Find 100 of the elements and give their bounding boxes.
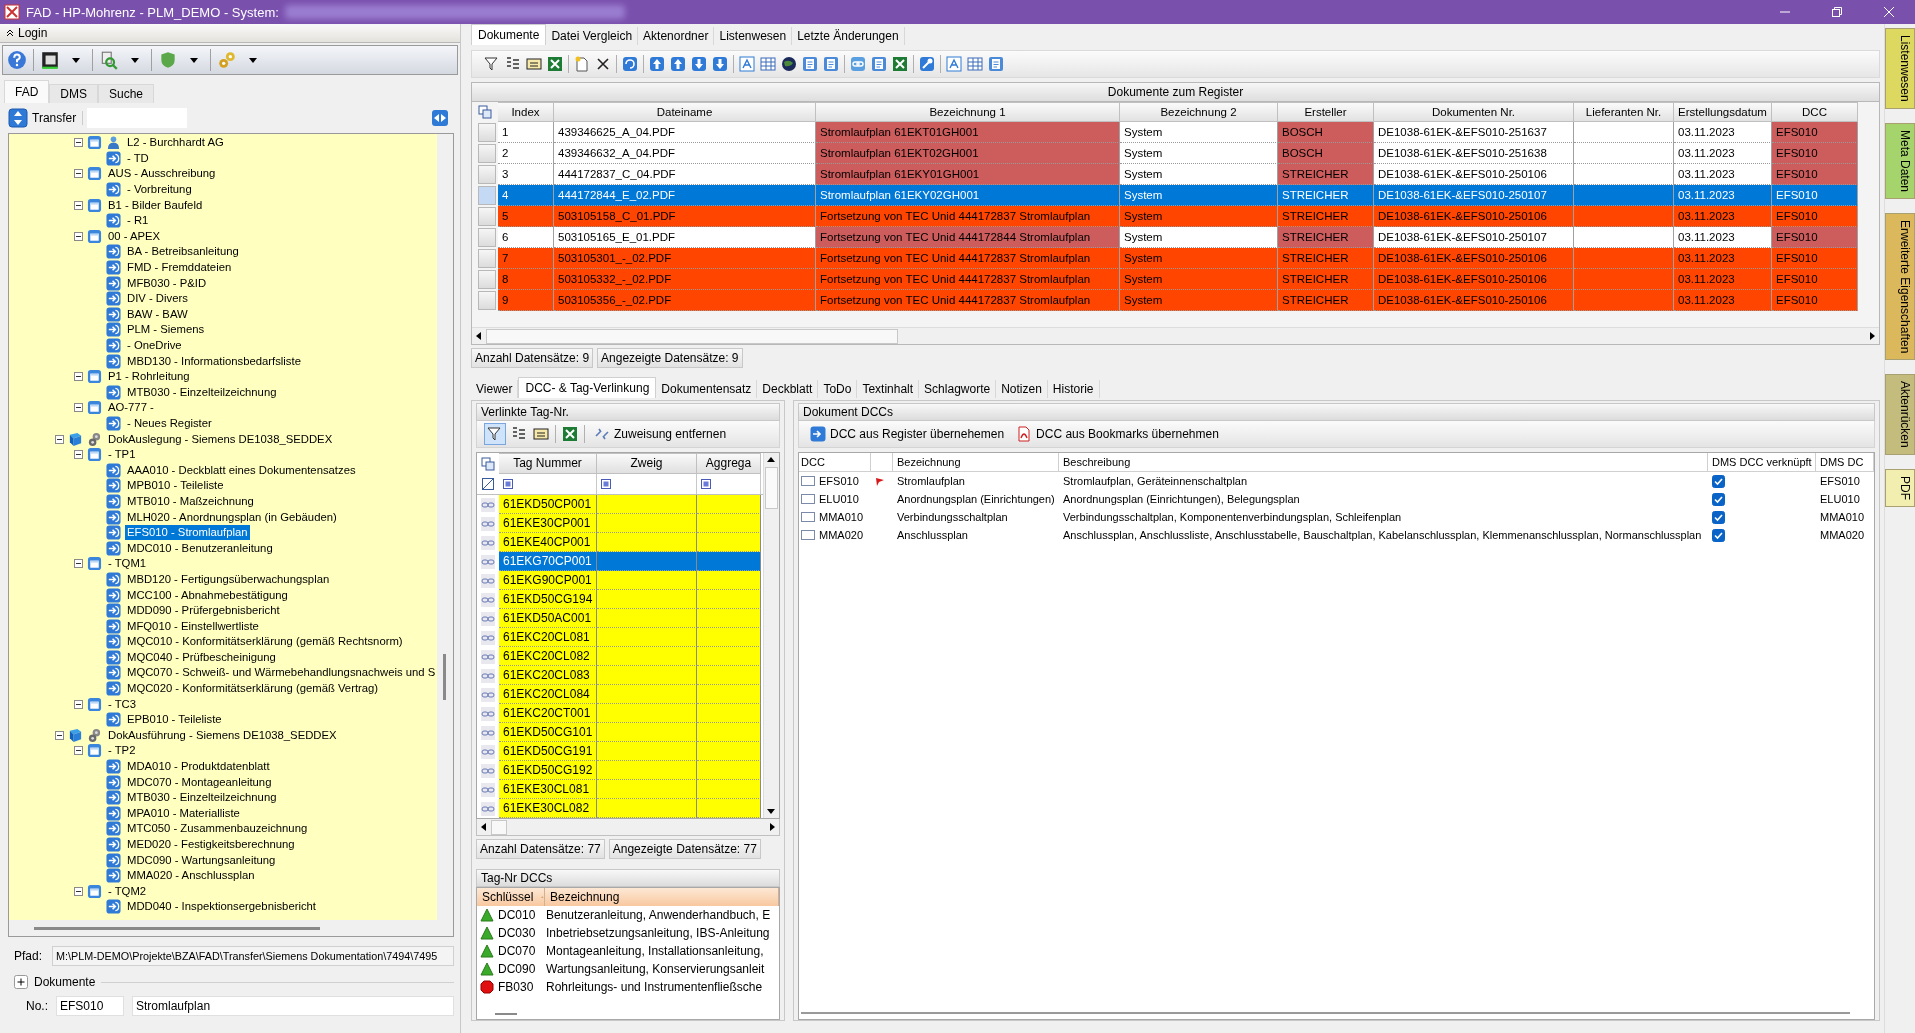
tree-item[interactable]: MDD040 - Inspektionsergebnisbericht — [125, 899, 318, 915]
collapse-toggle-icon[interactable] — [74, 559, 83, 569]
tree-item[interactable]: MCC100 - Abnahmebestätigung — [125, 587, 290, 603]
tree-item[interactable]: EFS010 - Stromlaufplan — [125, 525, 250, 541]
tab[interactable]: Historie — [1047, 380, 1100, 398]
left-right-icon[interactable] — [432, 110, 448, 126]
tree-item[interactable]: MQC040 - Prüfbescheinigung — [125, 649, 278, 665]
scrollbar-thumb[interactable] — [495, 1013, 517, 1015]
tree-item[interactable]: - TP1 — [106, 447, 138, 463]
spreadsheet-icon[interactable] — [547, 56, 563, 72]
tree-item[interactable]: MQC020 - Konformitätserklärung (gemäß Vertrag) — [125, 681, 381, 697]
tree-item[interactable]: MTB010 - Maßzeichnung — [125, 493, 256, 509]
dropdown-caret-icon[interactable] — [72, 57, 80, 63]
side-tab[interactable]: Aktenrücken — [1885, 374, 1915, 455]
scrollbar-thumb[interactable] — [491, 820, 507, 835]
tree-item[interactable]: BAW - BAW — [125, 306, 190, 322]
column-header[interactable]: Lieferanten Nr. — [1574, 102, 1674, 122]
side-tab[interactable]: Erweiterte Eigenschaften — [1885, 212, 1915, 361]
table-icon[interactable] — [760, 56, 776, 72]
link-icon[interactable] — [481, 725, 495, 740]
tree-item[interactable]: MDD090 - Prüfergebnisbericht — [125, 603, 282, 619]
collapse-toggle-icon[interactable] — [74, 200, 83, 210]
link-icon[interactable] — [481, 649, 495, 664]
new-document-icon[interactable] — [574, 56, 590, 72]
dropdown-caret-icon[interactable] — [190, 57, 198, 63]
card-icon[interactable] — [533, 426, 549, 442]
arrow-up-icon[interactable] — [649, 56, 665, 72]
tree-item[interactable]: MTC050 - Zusammenbauzeichnung — [125, 821, 310, 837]
wrench-icon[interactable] — [919, 56, 935, 72]
toolbar-button[interactable]: DCC aus Bookmarks übernehmen — [1013, 424, 1222, 444]
column-header[interactable]: Dokumenten Nr. — [1374, 102, 1574, 122]
link-icon[interactable] — [481, 763, 495, 778]
arrow-down-icon[interactable] — [691, 56, 707, 72]
collapse-toggle-icon[interactable] — [55, 434, 64, 444]
link-icon[interactable] — [481, 573, 495, 588]
tree-item[interactable]: MED020 - Festigkeitsberechnung — [125, 837, 297, 852]
document-icon[interactable] — [823, 56, 839, 72]
tree-item[interactable]: MFQ010 - Einstellwertliste — [125, 618, 261, 634]
checkbox[interactable] — [1712, 510, 1725, 524]
tree-item[interactable]: FMD - Fremddateien — [125, 260, 234, 276]
collapse-toggle-icon[interactable] — [74, 699, 83, 709]
collapse-toggle-icon[interactable] — [74, 450, 83, 460]
tree-item[interactable]: 00 - APEX — [106, 228, 163, 244]
tree-item[interactable]: AUS - Ausschreibung — [106, 166, 218, 182]
tab[interactable]: Textinhalt — [857, 380, 920, 398]
collapse-chevron-icon[interactable] — [6, 29, 14, 37]
expand-icon[interactable] — [14, 975, 28, 989]
dropdown-caret-icon[interactable] — [249, 57, 257, 63]
list-icon[interactable] — [505, 56, 521, 72]
tab[interactable]: Letzte Änderungen — [792, 27, 905, 45]
column-header[interactable]: DMS DCC verknüpft — [1708, 453, 1816, 471]
collapse-toggle-icon[interactable] — [55, 730, 64, 740]
link-icon[interactable] — [481, 611, 495, 626]
text-box-icon[interactable] — [946, 56, 962, 72]
table-icon[interactable] — [967, 56, 983, 72]
link-icon[interactable] — [481, 554, 495, 569]
link-icon[interactable] — [850, 56, 866, 72]
list-icon[interactable] — [511, 426, 527, 442]
text-box-icon[interactable] — [739, 56, 755, 72]
collapse-toggle-icon[interactable] — [74, 169, 83, 179]
tree-item[interactable]: MPB010 - Teileliste — [125, 478, 226, 494]
tab[interactable]: Deckblatt — [757, 380, 819, 398]
tab[interactable]: ToDo — [818, 380, 858, 398]
column-header[interactable]: Index — [498, 102, 554, 122]
tree-item[interactable]: MMA020 - Anschlussplan — [125, 868, 257, 884]
tree-item[interactable]: - Neues Register — [125, 416, 214, 431]
restore-icon[interactable] — [1831, 6, 1843, 18]
tree-item[interactable]: MFB030 - P&ID — [125, 275, 209, 291]
shield-icon[interactable] — [158, 50, 178, 70]
tree-item[interactable]: L2 - Burchhardt AG — [125, 135, 226, 151]
tree-item[interactable]: - TC3 — [106, 696, 139, 712]
tab[interactable]: Datei Vergleich — [546, 27, 639, 45]
gears-icon[interactable] — [217, 50, 237, 70]
side-tab[interactable]: Meta Daten — [1885, 122, 1915, 199]
column-header[interactable]: Zweig — [597, 453, 697, 474]
tab[interactable]: Aktenordner — [638, 27, 715, 45]
filter-clear-icon[interactable] — [481, 477, 495, 491]
spreadsheet-icon[interactable] — [892, 56, 908, 72]
tree-item[interactable]: DokAuslegung - Siemens DE1038_SEDDEX — [106, 431, 335, 447]
link-icon[interactable] — [481, 535, 495, 550]
tree-item[interactable]: MDC070 - Montageanleitung — [125, 774, 274, 790]
tab[interactable]: Listenwesen — [714, 27, 793, 45]
delete-icon[interactable] — [595, 56, 611, 72]
tree-item[interactable]: MDC010 - Benutzeranleitung — [125, 540, 275, 556]
column-header[interactable]: Aggrega — [697, 453, 761, 474]
column-header[interactable]: DCC — [799, 453, 871, 471]
filter-icon[interactable] — [484, 56, 500, 72]
up-down-icon[interactable] — [8, 108, 28, 128]
collapse-toggle-icon[interactable] — [74, 231, 83, 241]
tree-item[interactable]: P1 - Rohrleitung — [106, 369, 192, 385]
tree-item[interactable]: DokAusführung - Siemens DE1038_SEDDEX — [106, 727, 339, 743]
collapse-toggle-icon[interactable] — [74, 372, 83, 382]
scrollbar-thumb[interactable] — [443, 654, 446, 700]
tree-item[interactable]: DIV - Divers — [125, 291, 190, 307]
tree-item[interactable]: AO-777 - — [106, 400, 156, 416]
tree-item[interactable]: MDC090 - Wartungsanleitung — [125, 852, 278, 868]
link-icon[interactable] — [481, 744, 495, 759]
tree-item[interactable]: EPB010 - Teileliste — [125, 712, 224, 728]
tab[interactable]: Suche — [98, 84, 155, 103]
monitor-icon[interactable] — [40, 50, 60, 70]
